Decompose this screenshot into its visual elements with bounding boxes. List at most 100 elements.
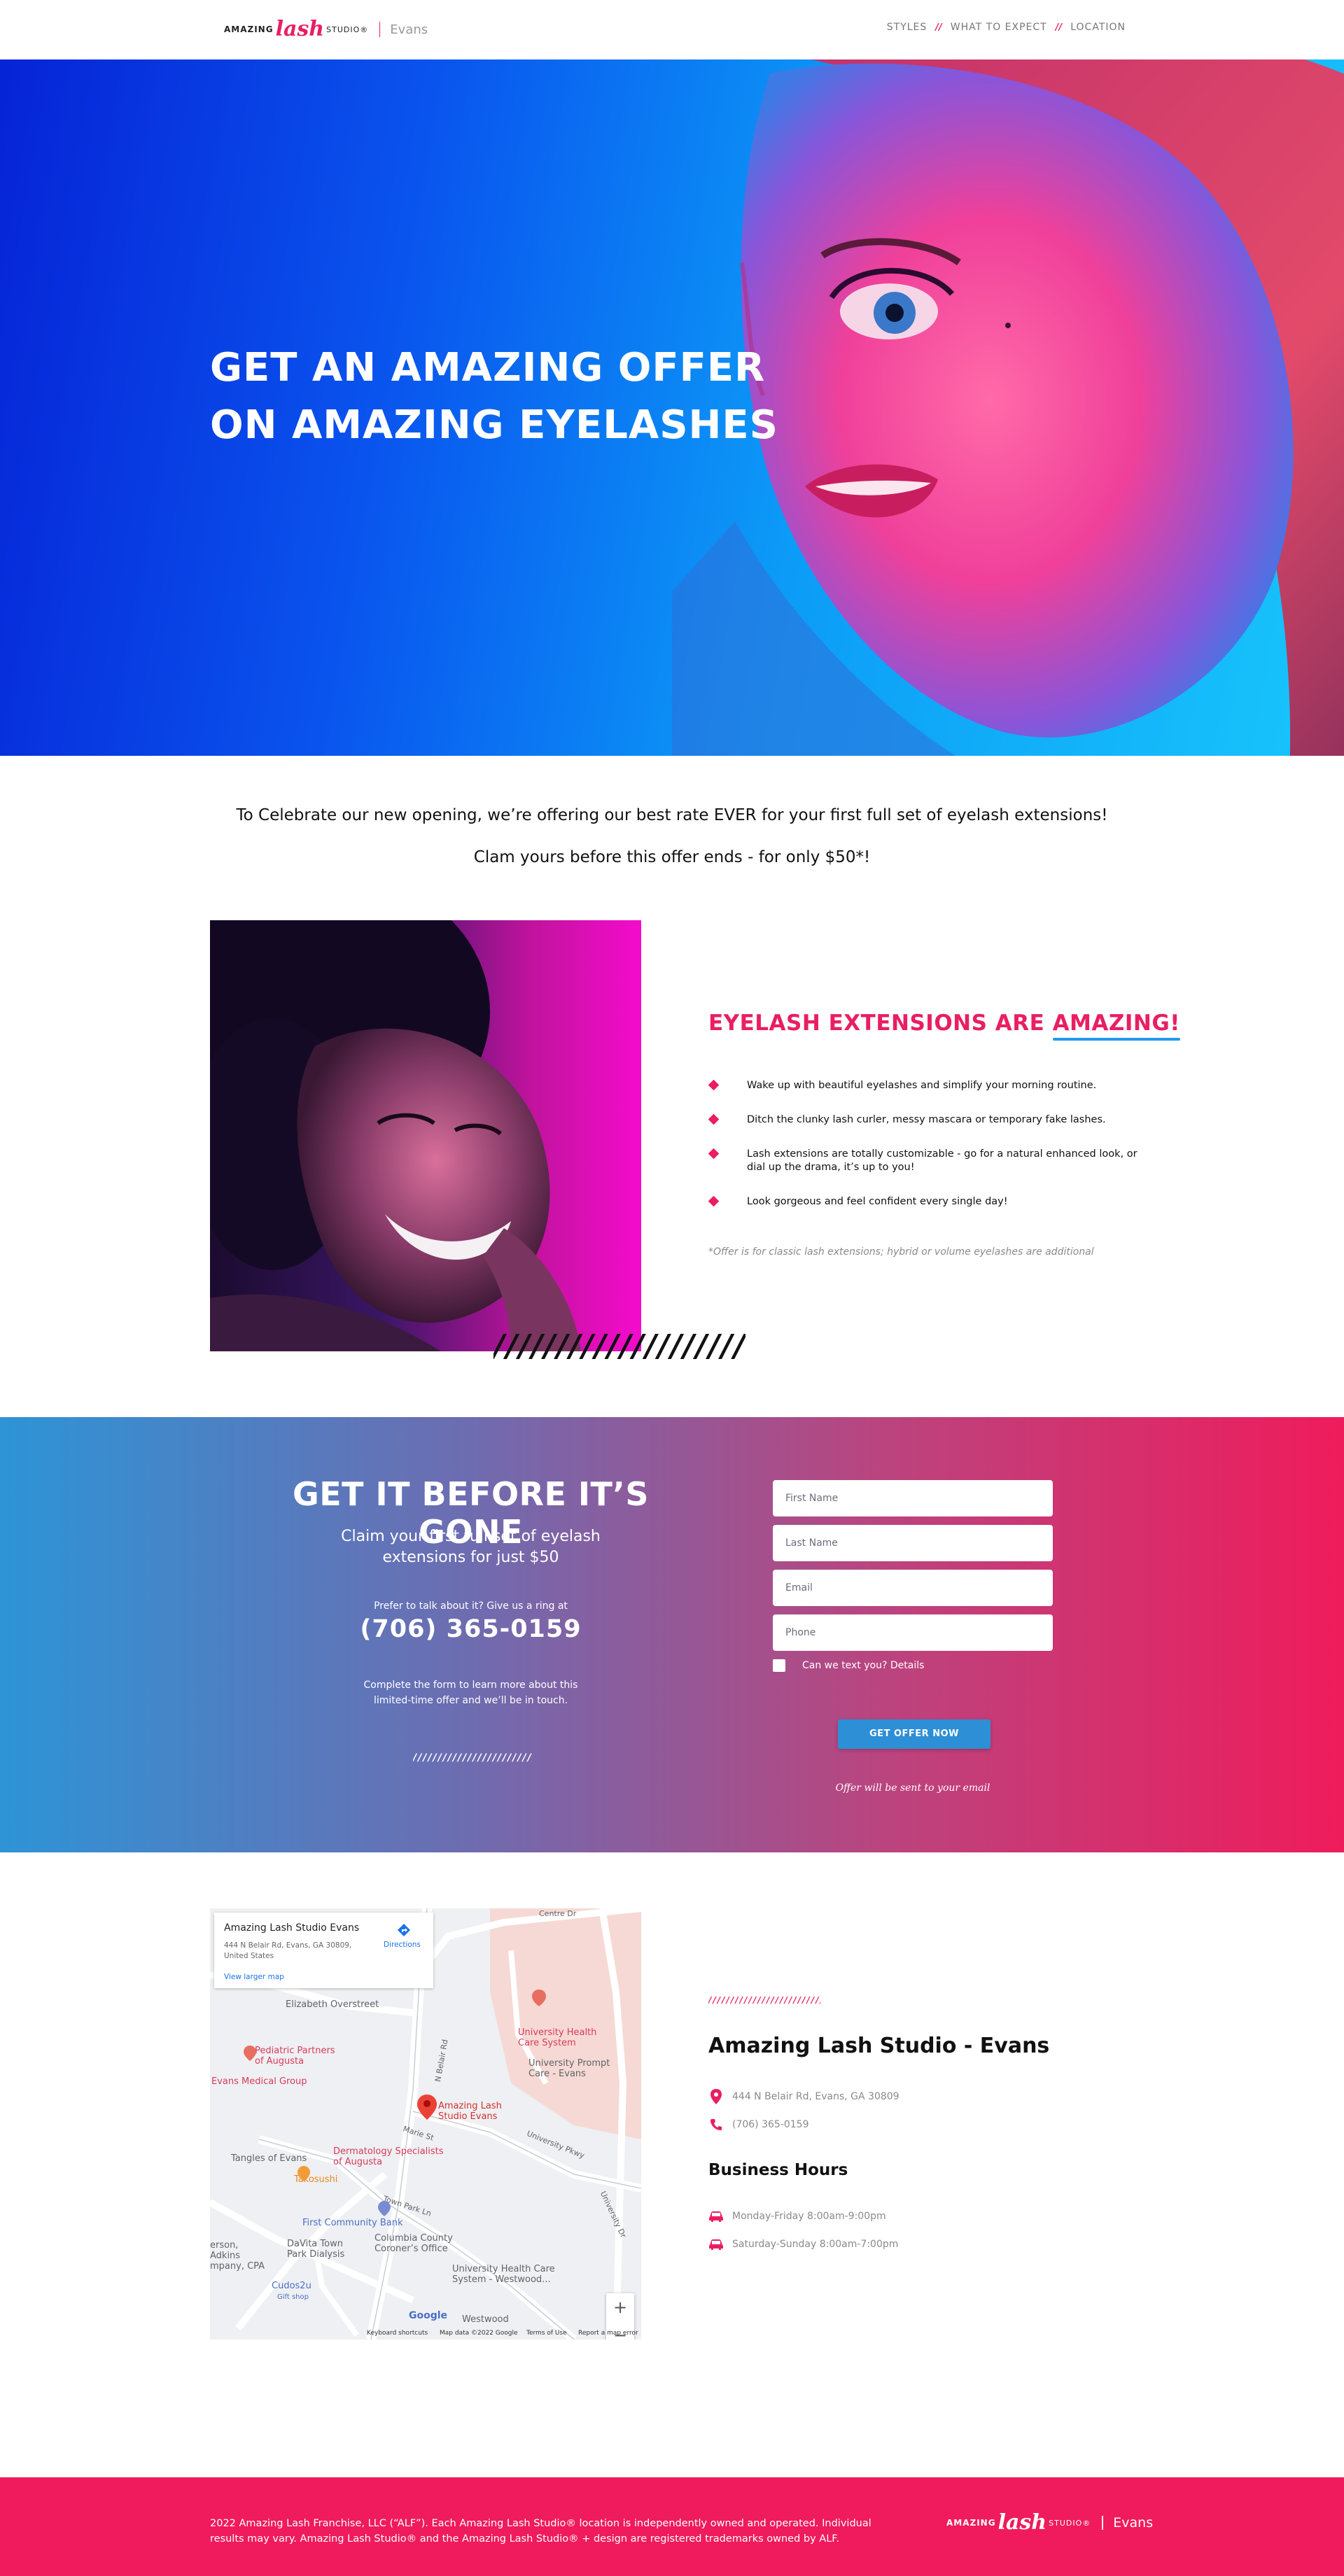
legal-line2: results may vary. Amazing Lash Studio® a… — [210, 2533, 839, 2545]
feature-model-image — [210, 920, 641, 1351]
map-info-card: Amazing Lash Studio Evans 444 N Belair R… — [214, 1913, 433, 1988]
hours-row: Saturday-Sunday 8:00am-7:00pm — [708, 2237, 898, 2252]
offer-subtitle-line2: extensions for just $50 — [382, 1549, 559, 1566]
offer-subtitle-line1: Claim your first full set of eyelash — [341, 1528, 601, 1545]
feature-bullet-list: Wake up with beautiful eyelashes and sim… — [708, 1079, 1142, 1230]
bullet-text: Ditch the clunky lash curler, messy masc… — [747, 1114, 1106, 1125]
map-card-address: 444 N Belair Rd, Evans, GA 30809, United… — [224, 1941, 352, 1960]
map-label-westwood: Westwood — [462, 2314, 509, 2325]
hero-title-line2: ON AMAZING EYELASHES — [210, 402, 779, 448]
text-consent-label[interactable]: Can we text you? Details — [802, 1660, 924, 1671]
studio-address[interactable]: 444 N Belair Rd, Evans, GA 30809 — [732, 2091, 899, 2102]
bank-pin-icon — [378, 2201, 391, 2216]
diamond-bullet-icon — [708, 1195, 720, 1207]
hero-title: GET AN AMAZING OFFER ON AMAZING EYELASHE… — [210, 339, 778, 454]
last-name-field[interactable]: Last Name — [773, 1525, 1053, 1561]
feature-title-highlight: AMAZING! — [1052, 1011, 1181, 1041]
diamond-bullet-icon — [708, 1148, 720, 1160]
main-nav: STYLES // WHAT TO EXPECT // LOCATION — [887, 22, 1126, 33]
call-prompt: Prefer to talk about it? Give us a ring … — [374, 1600, 568, 1612]
bullet-text: Lash extensions are totally customizable… — [747, 1148, 1138, 1173]
location-map[interactable]: Amazing Lash Studio Evans 444 N Belair R… — [210, 1908, 641, 2339]
form-instructions-line1: Complete the form to learn more about th… — [363, 1680, 578, 1691]
map-label-centre-dr: Centre Dr — [539, 1909, 577, 1918]
map-label-evans-medical: Evans Medical Group — [211, 2076, 307, 2087]
list-item: Ditch the clunky lash curler, messy masc… — [708, 1113, 1142, 1127]
report-error-link[interactable]: Report a map error — [578, 2330, 638, 2337]
map-label-gift-shop: Gift shop — [277, 2293, 309, 2301]
map-label-uhcs-westwood: University Health Care System - Westwood… — [452, 2264, 555, 2285]
offer-subtitle: Claim your first full set of eyelash ext… — [238, 1526, 704, 1568]
medical-pin-icon — [244, 2046, 256, 2061]
zoom-in-button[interactable]: + — [606, 2293, 634, 2321]
diamond-bullet-icon — [708, 1113, 720, 1125]
logo-amazing: AMAZING — [224, 24, 274, 34]
nav-separator: // — [935, 22, 942, 33]
site-header: AMAZING lash STUDIO® Evans STYLES // WHA… — [0, 0, 1344, 59]
studio-name: Amazing Lash Studio - Evans — [708, 2034, 1050, 2058]
weekend-hours: Saturday-Sunday 8:00am-7:00pm — [732, 2239, 899, 2250]
phone-link[interactable]: (706) 365-0159 — [238, 1615, 704, 1643]
phone-icon — [708, 2117, 724, 2132]
list-item: Wake up with beautiful eyelashes and sim… — [708, 1079, 1142, 1092]
map-label-davita: DaVita Town Park Dialysis — [287, 2239, 345, 2260]
nav-location[interactable]: LOCATION — [1070, 22, 1126, 33]
location-pin-icon[interactable] — [417, 2095, 437, 2120]
offer-sent-note: Offer will be sent to your email — [835, 1782, 990, 1794]
offer-form: First Name Last Name Email Phone Can we … — [773, 1480, 1053, 1794]
studio-phone[interactable]: (706) 365-0159 — [732, 2119, 809, 2130]
map-data-credit: Map data ©2022 Google — [440, 2330, 518, 2337]
first-name-field[interactable]: First Name — [773, 1480, 1053, 1516]
hours-row: Monday-Friday 8:00am-9:00pm — [708, 2209, 886, 2224]
map-label-columbia: Columbia County Coroner’s Office — [374, 2233, 453, 2254]
site-logo[interactable]: AMAZING lash STUDIO® Evans — [224, 18, 428, 41]
decorative-slashes: ////////////////////////////// — [413, 1752, 532, 1764]
map-label-cudos: Cudos2u — [272, 2281, 312, 2291]
footer-logo-studio: STUDIO® — [1049, 2518, 1091, 2528]
promo-text: To Celebrate our new opening, we’re offe… — [236, 806, 1108, 824]
legal-line1: 2022 Amazing Lash Franchise, LLC (“ALF”)… — [210, 2518, 872, 2529]
nav-styles[interactable]: STYLES — [887, 22, 927, 33]
map-label-dermatology: Dermatology Specialists of Augusta — [333, 2146, 444, 2167]
footer-logo-location: Evans — [1113, 2515, 1154, 2531]
text-consent-row: Can we text you? Details — [773, 1659, 1053, 1672]
hospital-pin-icon — [532, 1990, 546, 2006]
form-instructions: Complete the form to learn more about th… — [238, 1677, 704, 1708]
terms-link[interactable]: Terms of Use — [526, 2330, 567, 2337]
footer-logo[interactable]: AMAZING lash STUDIO® Evans — [946, 2512, 1153, 2533]
get-offer-button[interactable]: GET OFFER NOW — [838, 1719, 990, 1749]
footer-logo-lash: lash — [997, 2510, 1047, 2535]
site-footer: 2022 Amazing Lash Franchise, LLC (“ALF”)… — [0, 2477, 1344, 2576]
map-label-elizabeth: Elizabeth Overstreet — [286, 1999, 379, 2010]
view-larger-map-link[interactable]: View larger map — [224, 1973, 284, 1981]
car-icon — [708, 2237, 724, 2252]
footer-logo-amazing: AMAZING — [946, 2518, 996, 2528]
map-label-university-health: University Health Care System — [518, 2027, 597, 2048]
nav-what-to-expect[interactable]: WHAT TO EXPECT — [951, 22, 1047, 33]
logo-lash: lash — [275, 17, 325, 41]
diamond-bullet-icon — [708, 1079, 720, 1091]
logo-divider — [379, 22, 381, 37]
nav-separator: // — [1055, 22, 1063, 33]
directions-link[interactable]: Directions — [384, 1941, 421, 1949]
email-field[interactable]: Email — [773, 1570, 1053, 1606]
map-attribution: Keyboard shortcuts Map data ©2022 Google… — [210, 2328, 641, 2339]
logo-studio: STUDIO® — [326, 24, 369, 34]
feature-illustration — [210, 920, 581, 1351]
hero-banner: GET AN AMAZING OFFER ON AMAZING EYELASHE… — [0, 59, 1344, 756]
map-label-tangles: Tangles of Evans — [231, 2153, 307, 2164]
keyboard-shortcuts-link[interactable]: Keyboard shortcuts — [367, 2330, 428, 2337]
map-label-first-community: First Community Bank — [302, 2218, 403, 2228]
logo-location: Evans — [390, 22, 428, 37]
weekday-hours: Monday-Friday 8:00am-9:00pm — [732, 2211, 886, 2222]
offer-disclaimer: *Offer is for classic lash extensions; h… — [708, 1246, 1094, 1258]
offer-form-section: GET IT BEFORE IT’S GONE Claim your first… — [0, 1417, 1344, 1852]
list-item: Lash extensions are totally customizable… — [708, 1148, 1142, 1174]
form-instructions-line2: limited-time offer and we’ll be in touch… — [373, 1695, 568, 1706]
text-consent-checkbox[interactable] — [773, 1659, 785, 1672]
decorative-slashes: //////////////////////////// — [708, 1995, 820, 2005]
phone-field[interactable]: Phone — [773, 1614, 1053, 1651]
bullet-text: Look gorgeous and feel confident every s… — [747, 1196, 1008, 1207]
directions-icon[interactable] — [396, 1922, 412, 1938]
car-icon — [708, 2209, 724, 2224]
